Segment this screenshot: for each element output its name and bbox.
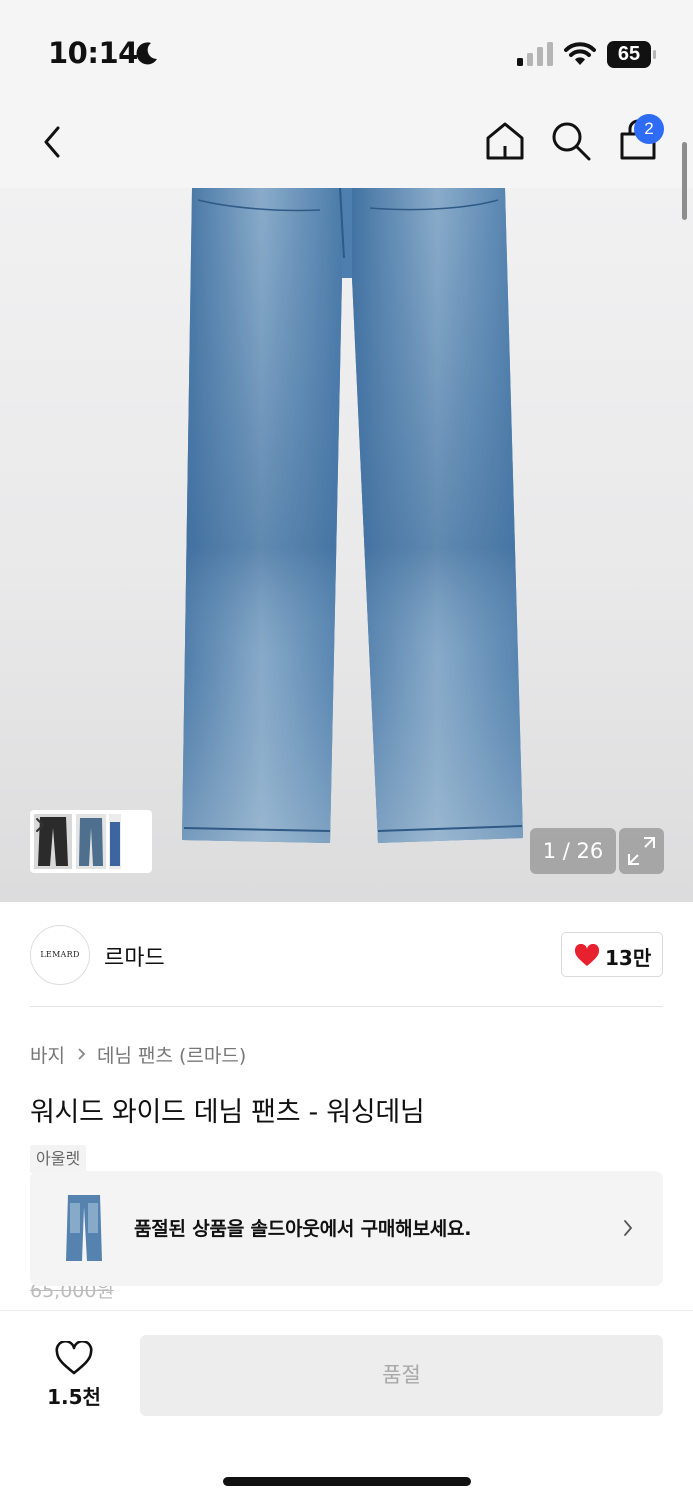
status-bar: 10:14 65 <box>0 0 693 100</box>
wishlist-count: 1.5천 <box>47 1385 101 1409</box>
status-time: 10:14 <box>48 36 138 70</box>
wishlist-button[interactable]: 1.5천 <box>30 1335 118 1415</box>
product-thumbnail <box>66 1195 102 1261</box>
chevron-right-icon <box>624 1220 633 1236</box>
moon-icon <box>136 42 157 65</box>
nav-bar <box>0 100 693 188</box>
bottom-action-bar: 1.5천 품절 <box>0 1310 693 1500</box>
image-counter: 1 / 26 <box>530 828 616 874</box>
breadcrumb-category[interactable]: 바지 <box>30 1041 65 1068</box>
thumbnail-images <box>34 814 121 869</box>
battery-level: 65 <box>617 43 641 65</box>
soldout-button[interactable]: 품절 <box>140 1335 663 1416</box>
cart-count-badge: 2 <box>634 114 664 144</box>
heart-outline-icon <box>55 1341 93 1375</box>
divider <box>30 1006 663 1007</box>
product-image-gallery[interactable]: 1 / 26 <box>0 188 693 902</box>
expand-button[interactable] <box>619 828 664 874</box>
brand-row: LEMARD 르마드 13만 <box>0 902 693 1008</box>
brand-name[interactable]: 르마드 <box>104 940 165 972</box>
chevron-right-icon <box>78 1048 86 1060</box>
wifi-icon <box>564 42 596 65</box>
heart-filled-icon <box>574 944 600 966</box>
soldout-banner[interactable]: 품절된 상품을 솔드아웃에서 구매해보세요. <box>30 1171 663 1286</box>
chevron-right-icon <box>36 818 45 832</box>
scrollbar-thumb[interactable] <box>682 142 687 220</box>
brand-logo[interactable]: LEMARD <box>30 925 90 985</box>
product-title: 워시드 와이드 데님 팬츠 - 워싱데님 <box>30 1097 425 1128</box>
brand-like-button[interactable]: 13만 <box>561 932 663 977</box>
brand-like-count: 13만 <box>605 946 652 970</box>
search-icon[interactable] <box>550 120 592 162</box>
battery-icon: 65 <box>607 41 657 68</box>
product-image <box>182 188 523 843</box>
breadcrumb-subcategory[interactable]: 데님 팬츠 (르마드) <box>97 1041 246 1068</box>
back-icon[interactable] <box>36 122 70 162</box>
expand-icon <box>628 837 655 865</box>
breadcrumb: 바지 데님 팬츠 (르마드) <box>30 1040 246 1068</box>
thumbnail-strip[interactable] <box>30 810 152 873</box>
home-indicator[interactable] <box>223 1477 471 1486</box>
outlet-tag: 아울렛 <box>30 1145 87 1173</box>
home-icon[interactable] <box>484 120 526 162</box>
signal-icon <box>517 42 553 66</box>
soldout-banner-text: 품절된 상품을 솔드아웃에서 구매해보세요. <box>134 1218 472 1240</box>
